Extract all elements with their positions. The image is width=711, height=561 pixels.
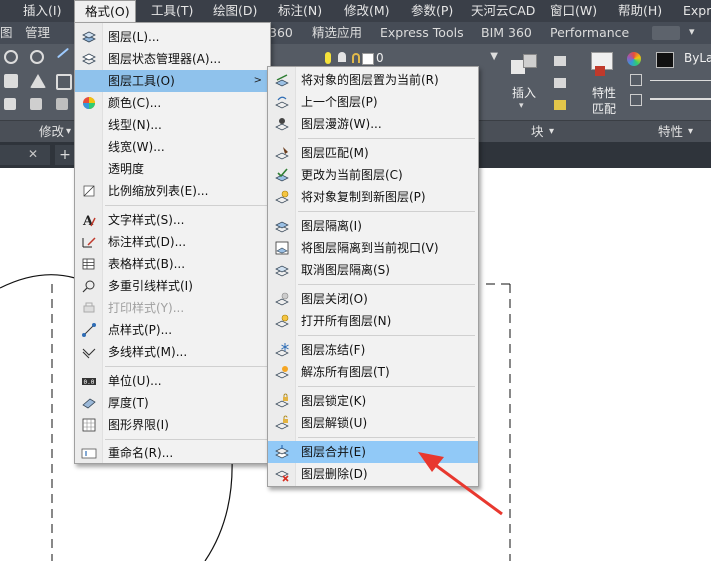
- red-arrow-icon: [418, 452, 503, 516]
- annotation-arrow-overlay: [418, 452, 503, 516]
